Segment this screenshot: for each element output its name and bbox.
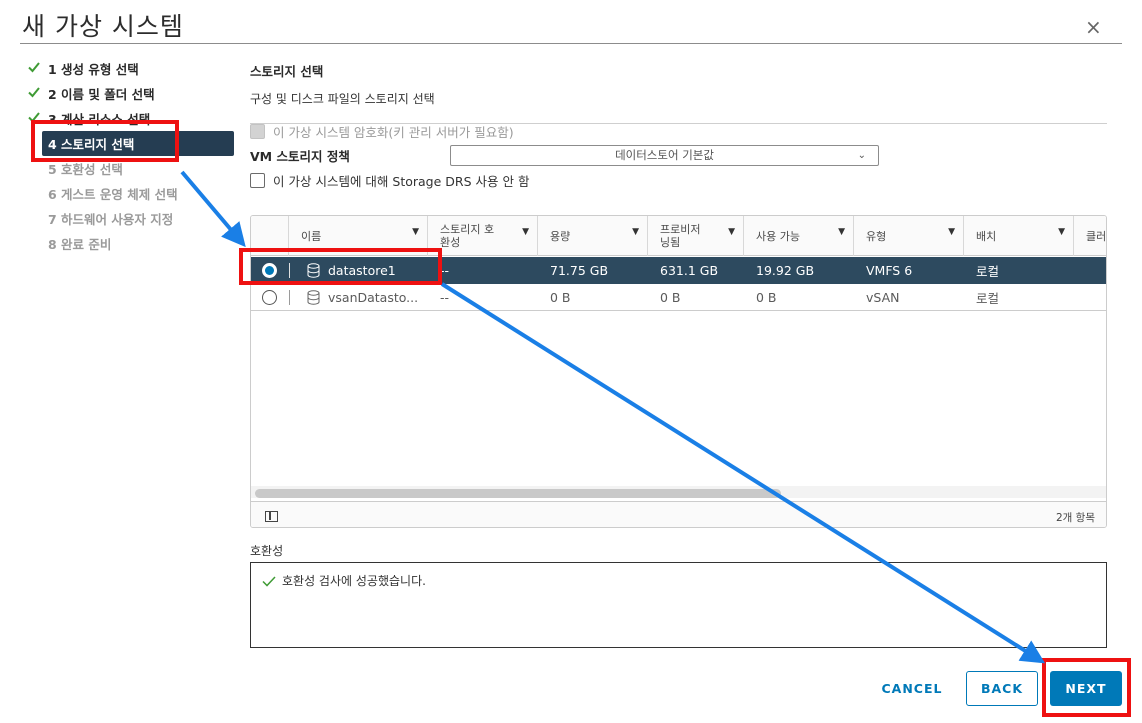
table-row-vsan[interactable]: vsanDatasto... -- 0 B 0 B 0 B vSAN 로컬 <box>251 284 1106 311</box>
section-title: 스토리지 선택 <box>250 64 324 79</box>
cell-compat: -- <box>440 290 450 305</box>
datastore-name: vsanDatasto... <box>328 290 419 305</box>
datastore-icon <box>307 290 320 305</box>
scrollbar-thumb[interactable] <box>255 489 781 498</box>
column-header-placement[interactable]: 배치 ▼ <box>964 216 1074 256</box>
step-7: 7 하드웨어 사용자 지정 <box>22 206 234 231</box>
filter-icon[interactable]: ▼ <box>948 226 955 239</box>
title-divider <box>20 43 1122 44</box>
encrypt-checkbox <box>250 124 265 139</box>
policy-label: VM 스토리지 정책 <box>250 149 350 164</box>
item-count: 2개 항목 <box>1056 512 1095 524</box>
column-divider <box>289 290 290 305</box>
annotation-highlight-step <box>31 120 179 162</box>
column-label: 이름 <box>301 229 322 243</box>
compatibility-message: 호환성 검사에 성공했습니다. <box>261 572 426 589</box>
annotation-highlight-next <box>1042 658 1131 717</box>
cell-placement: 로컬 <box>976 291 1000 306</box>
cell-capacity: 0 B <box>550 290 571 305</box>
dialog-title: 새 가상 시스템 <box>22 12 184 41</box>
cell-provisioned: 0 B <box>660 290 681 305</box>
step-label: 8 완료 준비 <box>48 237 112 252</box>
back-button[interactable]: BACK <box>966 671 1038 706</box>
step-2[interactable]: 2 이름 및 폴더 선택 <box>22 81 234 106</box>
cell-type: VMFS 6 <box>866 263 913 278</box>
column-header-capacity[interactable]: 용량 ▼ <box>538 216 648 256</box>
filter-icon[interactable]: ▼ <box>1058 226 1065 239</box>
filter-icon[interactable]: ▼ <box>522 226 529 239</box>
filter-icon[interactable]: ▼ <box>632 226 639 239</box>
step-1[interactable]: 1 생성 유형 선택 <box>22 56 234 81</box>
column-header-free[interactable]: 사용 가능 ▼ <box>744 216 854 256</box>
cancel-button[interactable]: CANCEL <box>872 671 952 706</box>
column-toggle-icon[interactable] <box>265 511 278 522</box>
compatibility-text: 호환성 검사에 성공했습니다. <box>282 574 426 588</box>
cell-placement: 로컬 <box>976 264 1000 279</box>
step-label: 6 게스트 운영 체제 선택 <box>48 187 178 202</box>
column-label: 사용 가능 <box>756 229 800 243</box>
step-label: 2 이름 및 폴더 선택 <box>48 87 155 102</box>
policy-value: 데이터스토어 기본값 <box>615 148 714 162</box>
cell-free: 19.92 GB <box>756 263 815 278</box>
check-icon <box>262 575 276 587</box>
step-6: 6 게스트 운영 체제 선택 <box>22 181 234 206</box>
drs-checkbox[interactable] <box>250 173 265 188</box>
grid-footer: 2개 항목 <box>251 501 1106 527</box>
column-label: 배치 <box>976 229 997 243</box>
cell-capacity: 71.75 GB <box>550 263 609 278</box>
column-label: 프로비저 닝됨 <box>660 223 701 249</box>
compatibility-box: 호환성 검사에 성공했습니다. <box>250 562 1107 648</box>
horizontal-scrollbar[interactable] <box>251 486 1106 498</box>
column-label: 클러 <box>1086 229 1107 243</box>
cell-type: vSAN <box>866 290 900 305</box>
column-header-cluster[interactable]: 클러 <box>1074 216 1107 256</box>
section-subtitle: 구성 및 디스크 파일의 스토리지 선택 <box>250 92 435 106</box>
check-icon <box>28 87 40 98</box>
drs-label: 이 가상 시스템에 대해 Storage DRS 사용 안 함 <box>273 174 530 189</box>
column-header-provisioned[interactable]: 프로비저 닝됨 ▼ <box>648 216 744 256</box>
step-label: 1 생성 유형 선택 <box>48 62 139 77</box>
column-header-compat[interactable]: 스토리지 호 환성 ▼ <box>428 216 538 256</box>
check-icon <box>28 62 40 73</box>
chevron-down-icon: ⌄ <box>857 150 866 161</box>
cell-free: 0 B <box>756 290 777 305</box>
encrypt-option: 이 가상 시스템 암호화(키 관리 서버가 필요함) <box>250 122 514 141</box>
encrypt-label: 이 가상 시스템 암호화(키 관리 서버가 필요함) <box>273 125 514 140</box>
column-header-type[interactable]: 유형 ▼ <box>854 216 964 256</box>
cell-name: vsanDatasto... <box>307 284 418 311</box>
compatibility-label: 호환성 <box>250 544 284 558</box>
drs-option[interactable]: 이 가상 시스템에 대해 Storage DRS 사용 안 함 <box>250 171 529 190</box>
filter-icon[interactable]: ▼ <box>838 226 845 239</box>
cell-provisioned: 631.1 GB <box>660 263 719 278</box>
column-label: 유형 <box>866 229 887 243</box>
filter-icon[interactable]: ▼ <box>412 226 419 239</box>
row-radio[interactable] <box>262 290 277 305</box>
close-icon[interactable]: × <box>1085 17 1102 37</box>
step-label: 7 하드웨어 사용자 지정 <box>48 212 174 227</box>
storage-section: 스토리지 선택 구성 및 디스크 파일의 스토리지 선택 <box>250 56 1108 124</box>
filter-icon[interactable]: ▼ <box>728 226 735 239</box>
row-radio-cell[interactable] <box>262 284 277 311</box>
column-label: 스토리지 호 환성 <box>440 223 495 249</box>
step-8: 8 완료 준비 <box>22 231 234 256</box>
annotation-highlight-datastore <box>239 248 442 285</box>
column-label: 용량 <box>550 229 571 243</box>
policy-select[interactable]: 데이터스토어 기본값 ⌄ <box>450 145 879 166</box>
